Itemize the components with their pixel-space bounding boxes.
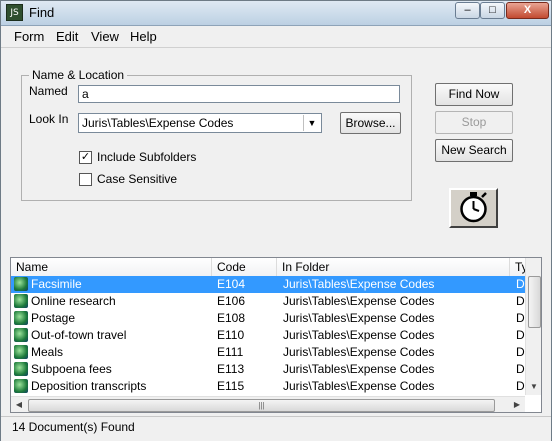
cell-code: E113 <box>217 362 245 376</box>
results-list[interactable]: Name Code In Folder Ty Facsimile E104 Juri… <box>10 257 542 413</box>
vertical-scroll-thumb[interactable] <box>528 276 541 328</box>
cell-folder: Juris\Tables\Expense Codes <box>283 379 435 393</box>
new-search-button[interactable]: New Search <box>435 139 513 162</box>
column-header-name[interactable]: Name <box>11 258 212 276</box>
cell-code: E111 <box>217 345 244 359</box>
look-in-value: Juris\Tables\Expense Codes <box>82 116 234 130</box>
chevron-down-icon[interactable]: ▼ <box>303 115 320 131</box>
look-in-label: Look In <box>29 112 69 126</box>
scroll-left-arrow-icon[interactable]: ◀ <box>11 397 27 412</box>
include-subfolders-label: Include Subfolders <box>97 150 197 164</box>
scroll-down-arrow-icon[interactable]: ▼ <box>526 379 541 395</box>
stop-button[interactable]: Stop <box>435 111 513 134</box>
document-icon <box>14 311 28 325</box>
find-window: JS Find – □ X Form Edit View Help Name &… <box>0 0 552 441</box>
scroll-right-arrow-icon[interactable]: ▶ <box>509 397 525 412</box>
window-title: Find <box>29 5 55 20</box>
cell-folder: Juris\Tables\Expense Codes <box>283 311 435 325</box>
case-sensitive-label: Case Sensitive <box>97 172 178 186</box>
list-item[interactable]: Subpoena fees E113 Juris\Tables\Expense Co… <box>11 361 528 378</box>
browse-button[interactable]: Browse... <box>340 112 401 134</box>
document-icon <box>14 277 28 291</box>
case-sensitive-checkbox[interactable] <box>79 173 92 186</box>
document-icon <box>14 379 28 393</box>
vertical-scrollbar[interactable]: ▼ <box>525 258 541 395</box>
document-icon <box>14 328 28 342</box>
group-legend: Name & Location <box>29 68 128 82</box>
look-in-combo[interactable]: Juris\Tables\Expense Codes ▼ <box>78 113 322 133</box>
title-bar[interactable]: JS Find – □ X <box>1 1 551 26</box>
cell-code: E110 <box>217 328 245 342</box>
cell-name: Meals <box>31 345 64 359</box>
cell-folder: Juris\Tables\Expense Codes <box>283 328 435 342</box>
list-item[interactable]: MealsE111Juris\Tables\Expense CodesDo <box>11 344 528 361</box>
cell-code: E106 <box>217 294 246 308</box>
cell-folder: Juris\Tables\Expense Codes <box>283 294 435 308</box>
stopwatch-button[interactable] <box>449 188 498 228</box>
cell-folder: Juris\Tables\Expense Codes <box>283 345 435 359</box>
document-icon <box>14 362 28 376</box>
app-icon[interactable]: JS <box>6 4 23 21</box>
status-text: 14 Document(s) Found <box>12 420 135 434</box>
menu-bar: Form Edit View Help <box>1 26 551 48</box>
close-button[interactable]: X <box>506 2 549 19</box>
list-header: Name Code In Folder Ty <box>11 258 541 277</box>
column-header-code[interactable]: Code <box>212 258 277 276</box>
document-icon <box>14 345 28 359</box>
cell-name: Facsimile <box>31 277 82 291</box>
status-bar: 14 Document(s) Found <box>1 416 551 441</box>
cell-name: Subpoena fees <box>31 362 112 376</box>
cell-name: Out-of-town travel <box>31 328 127 342</box>
minimize-button[interactable]: – <box>455 2 480 19</box>
cell-name: Postage <box>31 311 76 325</box>
menu-edit[interactable]: Edit <box>56 29 78 44</box>
include-subfolders-checkbox[interactable]: ✓ <box>79 151 92 164</box>
find-now-button[interactable]: Find Now <box>435 83 513 106</box>
cell-code: E115 <box>217 379 245 393</box>
maximize-button[interactable]: □ <box>480 2 505 19</box>
named-label: Named <box>29 84 68 98</box>
cell-code: E104 <box>217 277 246 291</box>
column-header-folder[interactable]: In Folder <box>277 258 510 276</box>
cell-name: Online research <box>31 294 116 308</box>
menu-form[interactable]: Form <box>14 29 44 44</box>
list-item[interactable]: Deposition transcripts E115 Juris\Tables\E… <box>11 378 528 395</box>
cell-name: Deposition transcripts <box>31 379 147 393</box>
named-input[interactable]: a <box>78 85 400 103</box>
stopwatch-icon <box>460 192 487 223</box>
menu-view[interactable]: View <box>91 29 119 44</box>
horizontal-scroll-thumb[interactable]: ||| <box>28 399 495 412</box>
list-item[interactable]: Online research E106 Juris\Tables\Expense … <box>11 293 528 310</box>
cell-folder: Juris\Tables\Expense Codes <box>283 362 435 376</box>
list-item[interactable]: PostageE108Juris\Tables\Expense CodesDo <box>11 310 528 327</box>
menu-help[interactable]: Help <box>130 29 157 44</box>
cell-folder: Juris\Tables\Expense Codes <box>283 277 435 291</box>
document-icon <box>14 294 28 308</box>
cell-code: E108 <box>217 311 246 325</box>
list-item[interactable]: Out-of-town travel E110 Juris\Tables\Expen… <box>11 327 528 344</box>
horizontal-scrollbar[interactable]: ◀ ||| ▶ <box>11 396 525 412</box>
list-item[interactable]: Facsimile E104 Juris\Tables\Expense Codes D… <box>11 276 528 293</box>
